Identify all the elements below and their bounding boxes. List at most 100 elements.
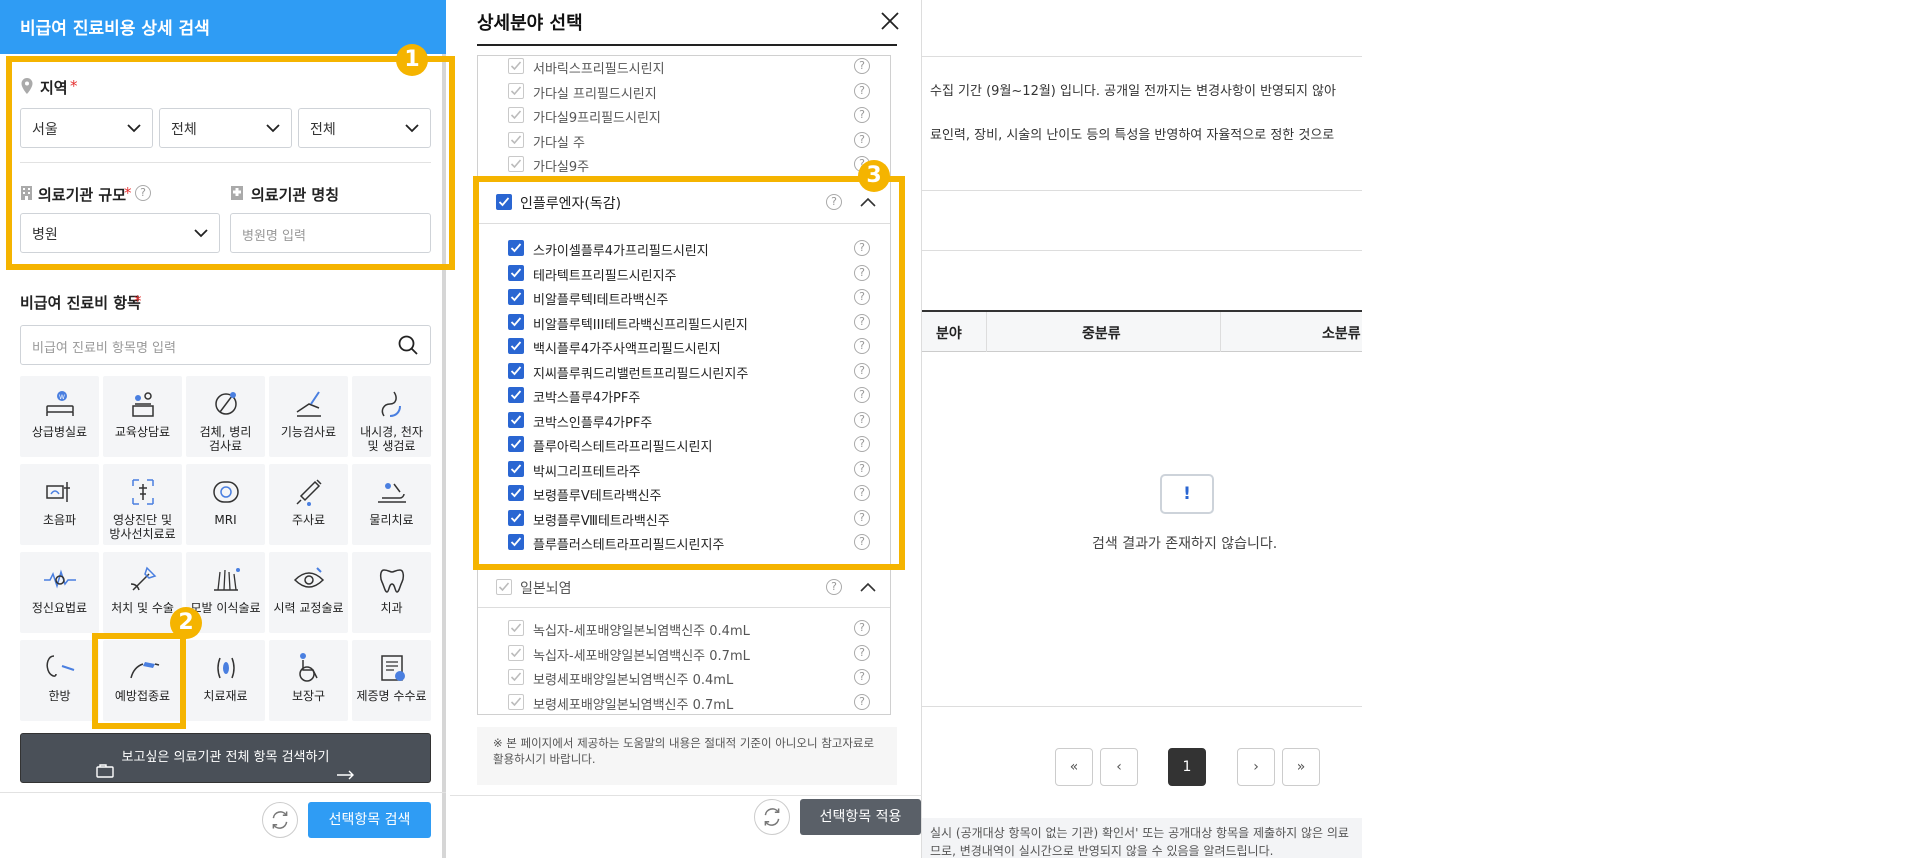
item-checkbox[interactable] <box>508 107 524 123</box>
help-icon[interactable]: ? <box>826 579 842 595</box>
list-item[interactable]: 보령세포배양일본뇌염백신주 0.4mL? <box>478 665 890 689</box>
item-label: 보령세포배양일본뇌염백신주 0.4mL <box>533 673 734 688</box>
search-all-items-button[interactable]: 보고싶은 의료기관 전체 항목 검색하기 <box>20 733 431 783</box>
item-label: 서바릭스프리필드시린지 <box>533 62 665 77</box>
item-checkbox[interactable] <box>508 620 524 636</box>
close-icon[interactable] <box>880 11 900 31</box>
item-tile[interactable]: 영상진단 및 방사선치료료 <box>103 464 182 545</box>
list-item[interactable]: 녹십자-세포배양일본뇌염백신주 0.4mL? <box>478 616 890 640</box>
divider <box>922 56 1362 57</box>
footer-line-1: 실시 (공개대상 항목이 없는 기관) 확인서' 또는 공개대상 항목을 제출하… <box>930 826 1349 840</box>
item-checkbox[interactable] <box>508 58 524 74</box>
tile-label: MRI <box>214 513 237 527</box>
tile-label: 치과 <box>380 601 403 615</box>
page-1-button[interactable]: 1 <box>1168 748 1206 786</box>
item-tile[interactable]: 치과 <box>352 552 431 633</box>
required-mark: * <box>134 292 142 310</box>
item-tile[interactable]: 정신요법료 <box>20 552 99 633</box>
item-tile[interactable]: 기능검사료 <box>269 376 348 457</box>
search-icon[interactable] <box>397 334 419 356</box>
tile-label: 물리치료 <box>369 513 414 527</box>
item-label: 가다실9프리필드시린지 <box>533 111 661 126</box>
list-item[interactable]: 가다실 주? <box>478 128 890 152</box>
hair-icon <box>214 568 240 591</box>
item-checkbox[interactable] <box>508 693 524 710</box>
microscope-icon <box>215 392 237 415</box>
item-checkbox[interactable] <box>508 82 524 99</box>
list-item[interactable]: 가다실9프리필드시린지? <box>478 103 890 127</box>
counsel-icon <box>132 392 154 417</box>
item-tile[interactable]: 치료재료 <box>186 640 265 721</box>
apply-selected-button[interactable]: 선택항목 적용 <box>800 799 921 835</box>
empty-result-text: 검색 결과가 존재하지 않습니다. <box>1092 536 1278 552</box>
group-checkbox[interactable] <box>496 579 512 595</box>
divider <box>450 795 922 796</box>
help-icon[interactable]: ? <box>854 131 870 148</box>
help-icon[interactable]: ? <box>854 58 870 74</box>
list-item[interactable]: 녹십자-세포배양일본뇌염백신주 0.7mL? <box>478 641 890 665</box>
group-header-japanese-encephalitis[interactable]: 일본뇌염 ? <box>478 564 890 608</box>
item-tile[interactable]: 초음파 <box>20 464 99 545</box>
prev-page-button[interactable]: ‹ <box>1100 748 1138 786</box>
divider <box>0 792 446 793</box>
help-icon[interactable]: ? <box>854 82 870 99</box>
items-search-input[interactable]: 비급여 진료비 항목명 입력 <box>20 325 431 365</box>
notice-line-2: 료인력, 장비, 시술의 난이도 등의 특성을 반영하여 자율적으로 정한 것으… <box>930 128 1335 143</box>
divider <box>922 190 1362 191</box>
check-icon <box>510 647 522 657</box>
callout-badge-1: 1 <box>396 44 428 76</box>
refresh-icon <box>764 808 780 826</box>
footer-line-2: 므로, 변경내역이 실시간으로 반영되지 않을 수 있음을 알려드립니다. <box>930 844 1274 858</box>
group-label: 일본뇌염 <box>520 581 572 597</box>
item-tile[interactable]: 물리치료 <box>352 464 431 545</box>
last-page-button[interactable]: » <box>1282 748 1320 786</box>
tile-label: 교육상담료 <box>114 425 171 439</box>
item-tile[interactable]: 내시경, 천자 및 생검료 <box>352 376 431 457</box>
search-all-label: 보고싶은 의료기관 전체 항목 검색하기 <box>121 750 330 765</box>
chevron-up-icon[interactable] <box>860 582 876 592</box>
footer-notice: 실시 (공개대상 항목이 없는 기관) 확인서' 또는 공개대상 항목을 제출하… <box>922 818 1362 858</box>
highlight-box-1 <box>6 56 455 270</box>
check-icon <box>510 672 522 682</box>
item-tile[interactable]: 제증명 수수료 <box>352 640 431 721</box>
list-item[interactable]: 서바릭스프리필드시린지? <box>478 56 890 78</box>
alert-icon: ! <box>1160 474 1214 514</box>
tile-label: 시력 교정술료 <box>273 601 344 615</box>
item-tile[interactable]: 검체, 병리 검사료 <box>186 376 265 457</box>
list-item[interactable]: 가다실9주? <box>478 152 890 176</box>
col-divider <box>986 312 987 352</box>
item-checkbox[interactable] <box>508 669 524 685</box>
item-checkbox[interactable] <box>508 131 524 148</box>
search-selected-button[interactable]: 선택항목 검색 <box>308 802 431 838</box>
svg-text:W: W <box>59 394 65 401</box>
acupuncture-icon <box>46 655 75 677</box>
list-item[interactable]: 가다실 프리필드시린지? <box>478 79 890 103</box>
physio-icon <box>378 483 406 503</box>
items-label: 비급여 진료비 항목 <box>20 294 141 312</box>
reset-button[interactable] <box>262 802 298 838</box>
divider <box>922 250 1362 251</box>
tile-label: 주사료 <box>291 513 326 527</box>
help-icon[interactable]: ? <box>854 669 870 685</box>
help-icon[interactable]: ? <box>854 620 870 636</box>
title-underline <box>477 44 897 46</box>
item-checkbox[interactable] <box>508 156 524 172</box>
item-checkbox[interactable] <box>508 644 524 661</box>
modal-reset-button[interactable] <box>754 799 790 835</box>
item-tile[interactable]: W 상급병실료 <box>20 376 99 457</box>
item-tile[interactable]: 주사료 <box>269 464 348 545</box>
ultrasound-icon <box>46 482 70 502</box>
first-page-button[interactable]: « <box>1055 748 1093 786</box>
item-tile[interactable]: MRI <box>186 464 265 545</box>
item-tile[interactable]: 교육상담료 <box>103 376 182 457</box>
help-icon[interactable]: ? <box>854 644 870 661</box>
check-icon <box>510 61 522 71</box>
help-icon[interactable]: ? <box>854 107 870 123</box>
item-tile[interactable]: 보장구 <box>269 640 348 721</box>
help-icon[interactable]: ? <box>854 693 870 710</box>
item-tile[interactable]: 한방 <box>20 640 99 721</box>
list-item[interactable]: 보령세포배양일본뇌염백신주 0.7mL? <box>478 690 890 714</box>
col-partial: 분야 <box>936 326 962 342</box>
item-tile[interactable]: 시력 교정술료 <box>269 552 348 633</box>
next-page-button[interactable]: › <box>1237 748 1275 786</box>
